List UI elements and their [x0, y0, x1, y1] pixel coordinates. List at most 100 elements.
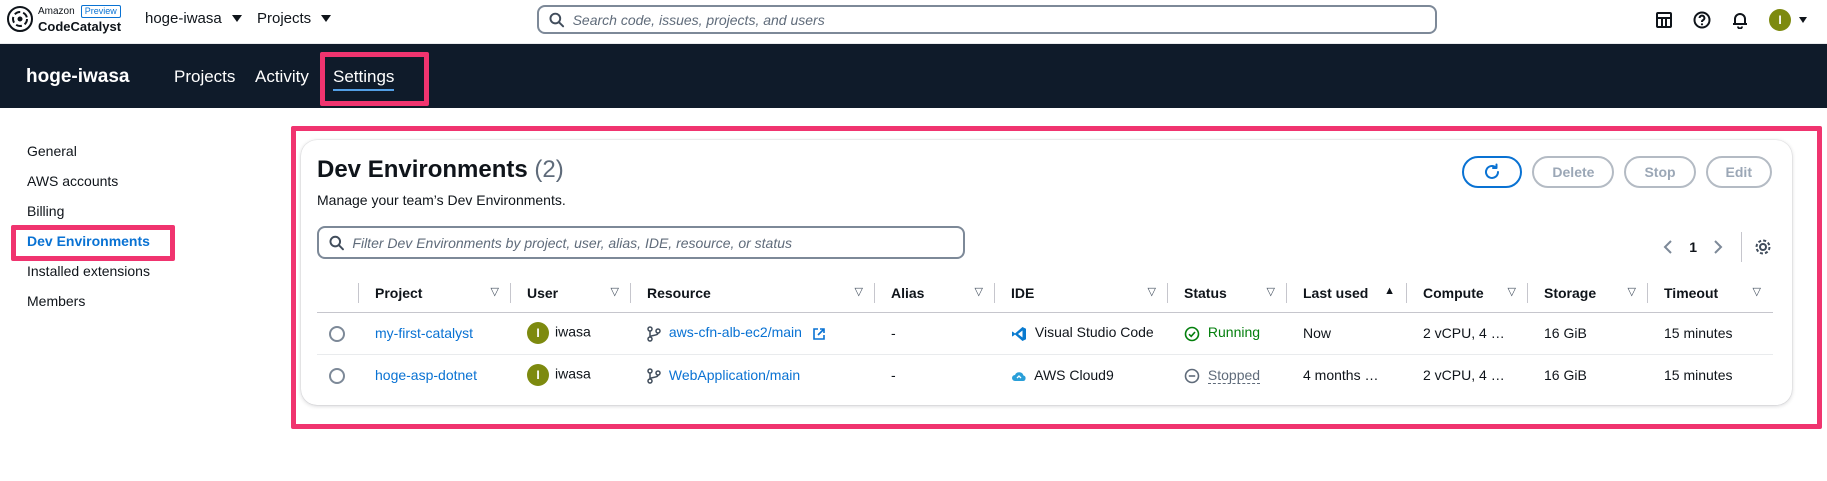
storage-value: 16 GiB — [1544, 367, 1587, 384]
status-text: Running — [1207, 324, 1261, 341]
delete-button[interactable]: Delete — [1532, 156, 1615, 188]
compute-value: 2 vCPU, 4 … — [1407, 312, 1528, 355]
refresh-icon — [1485, 163, 1500, 179]
help-icon[interactable] — [1693, 11, 1711, 29]
project-link[interactable]: my-first-catalyst — [375, 325, 473, 341]
space-navigation: hoge-iwasa Projects Activity Settings — [0, 44, 1827, 108]
caret-down-icon — [231, 15, 242, 22]
panel-actions: Delete Stop Edit — [1462, 156, 1772, 188]
marketplace-icon[interactable] — [1655, 11, 1673, 29]
chevron-left-icon[interactable] — [1661, 239, 1675, 255]
alias-value: - — [891, 367, 896, 384]
cloud9-icon — [1012, 372, 1026, 382]
sort-caret-icon: ▽ — [1147, 285, 1156, 298]
dev-environments-panel: Dev Environments (2) Manage your team’s … — [301, 140, 1792, 405]
sort-caret-icon: ▽ — [1266, 285, 1275, 298]
last-used-value: Now — [1287, 312, 1407, 355]
user-avatar: I — [527, 364, 549, 387]
panel-description: Manage your team’s Dev Environments. — [317, 192, 566, 208]
brand-name: CodeCatalyst — [38, 19, 122, 34]
environment-count: (2) — [534, 156, 564, 183]
caret-down-icon — [1799, 17, 1807, 23]
global-search-input[interactable] — [572, 11, 1435, 28]
chevron-right-icon[interactable] — [1711, 239, 1725, 255]
nav-activity[interactable]: Activity — [255, 67, 309, 87]
column-header-timeout[interactable]: Timeout ▽ — [1648, 274, 1773, 313]
filter-input[interactable] — [352, 234, 963, 251]
column-header-project[interactable]: Project ▽ — [359, 274, 511, 313]
column-header-alias[interactable]: Alias ▽ — [875, 274, 995, 313]
resource-link[interactable]: aws-cfn-alb-ec2/main — [669, 324, 802, 340]
column-header-last-used[interactable]: Last used ▲ — [1287, 274, 1407, 313]
storage-value: 16 GiB — [1528, 312, 1648, 355]
column-header-compute[interactable]: Compute ▽ — [1407, 274, 1528, 313]
table-row: hoge-asp-dotnet Iiwasa WebApplication/ma… — [317, 354, 1773, 396]
top-bar: Amazon Preview CodeCatalyst hoge-iwasa Pr… — [0, 0, 1827, 44]
resource-link[interactable]: WebApplication/main — [669, 367, 800, 383]
projects-menu-label: Projects — [257, 10, 312, 27]
column-header-user[interactable]: User ▽ — [511, 274, 631, 313]
stop-button[interactable]: Stop — [1624, 156, 1696, 188]
refresh-button[interactable] — [1462, 156, 1523, 188]
sort-caret-icon: ▽ — [610, 285, 619, 298]
status-stopped-icon — [1184, 368, 1200, 384]
pagination: 1 — [1661, 232, 1772, 262]
current-page[interactable]: 1 — [1689, 239, 1697, 255]
branch-icon — [647, 368, 661, 384]
table-header-row: Project ▽ User ▽ Resource ▽ Alias ▽ IDE ▽ Sta… — [317, 274, 1773, 313]
sort-caret-icon: ▽ — [854, 285, 863, 298]
space-menu[interactable]: hoge-iwasa — [145, 10, 242, 27]
filter-box — [317, 226, 965, 259]
status-text[interactable]: Stopped — [1207, 366, 1261, 384]
external-link-icon[interactable] — [812, 327, 826, 341]
brand-amazon: Amazon — [38, 5, 75, 17]
column-header-status[interactable]: Status ▽ — [1168, 274, 1287, 313]
space-menu-label: hoge-iwasa — [145, 10, 222, 27]
alias-value: - — [875, 312, 995, 355]
timeout-value: 15 minutes — [1648, 312, 1773, 355]
sidebar-item-installed-extensions[interactable]: Installed extensions — [27, 263, 150, 293]
user-avatar: I — [527, 322, 549, 344]
user-menu[interactable]: I — [1769, 9, 1807, 31]
project-link[interactable]: hoge-asp-dotnet — [375, 367, 477, 383]
column-header-storage[interactable]: Storage ▽ — [1528, 274, 1648, 313]
codecatalyst-logo[interactable]: Amazon Preview CodeCatalyst — [6, 5, 121, 33]
search-icon — [549, 12, 565, 27]
pager-divider — [1741, 232, 1742, 262]
ide-name: Visual Studio Code — [1034, 324, 1154, 341]
column-header-ide[interactable]: IDE ▽ — [995, 274, 1168, 313]
preview-badge: Preview — [80, 5, 121, 18]
sort-caret-icon: ▽ — [1507, 285, 1516, 298]
user-avatar: I — [1769, 9, 1791, 31]
gear-icon[interactable] — [1754, 238, 1772, 256]
sort-caret-icon: ▽ — [974, 285, 983, 298]
codecatalyst-logo-icon — [7, 6, 33, 32]
sidebar-item-members[interactable]: Members — [27, 293, 150, 323]
global-search — [537, 5, 1437, 34]
panel-title-text: Dev Environments — [317, 156, 528, 183]
dev-environments-table: Project ▽ User ▽ Resource ▽ Alias ▽ IDE ▽ Sta… — [317, 274, 1773, 396]
compute-value: 2 vCPU, 4 … — [1423, 367, 1505, 384]
caret-down-icon — [321, 15, 332, 22]
sort-ascending-icon: ▲ — [1384, 284, 1395, 297]
ide-name: AWS Cloud9 — [1034, 367, 1114, 384]
user-name: iwasa — [555, 323, 591, 340]
highlight-settings — [320, 52, 429, 106]
page-title: Dev Environments (2) — [317, 156, 564, 184]
row-select-radio[interactable] — [329, 325, 345, 342]
nav-projects[interactable]: Projects — [174, 67, 235, 87]
projects-menu[interactable]: Projects — [257, 10, 332, 27]
notifications-bell-icon[interactable] — [1731, 11, 1749, 29]
edit-button[interactable]: Edit — [1705, 156, 1772, 188]
top-icons: I — [1655, 9, 1807, 31]
select-column-header — [317, 274, 359, 313]
sidebar-item-general[interactable]: General — [27, 143, 150, 173]
row-select-radio[interactable] — [329, 367, 345, 384]
status-running-icon — [1184, 326, 1200, 341]
sidebar-item-aws-accounts[interactable]: AWS accounts — [27, 173, 150, 203]
timeout-value: 15 minutes — [1664, 367, 1733, 384]
search-icon — [329, 235, 344, 250]
last-used-value: 4 months … — [1303, 367, 1379, 384]
column-header-resource[interactable]: Resource ▽ — [631, 274, 875, 313]
space-name[interactable]: hoge-iwasa — [26, 66, 129, 88]
